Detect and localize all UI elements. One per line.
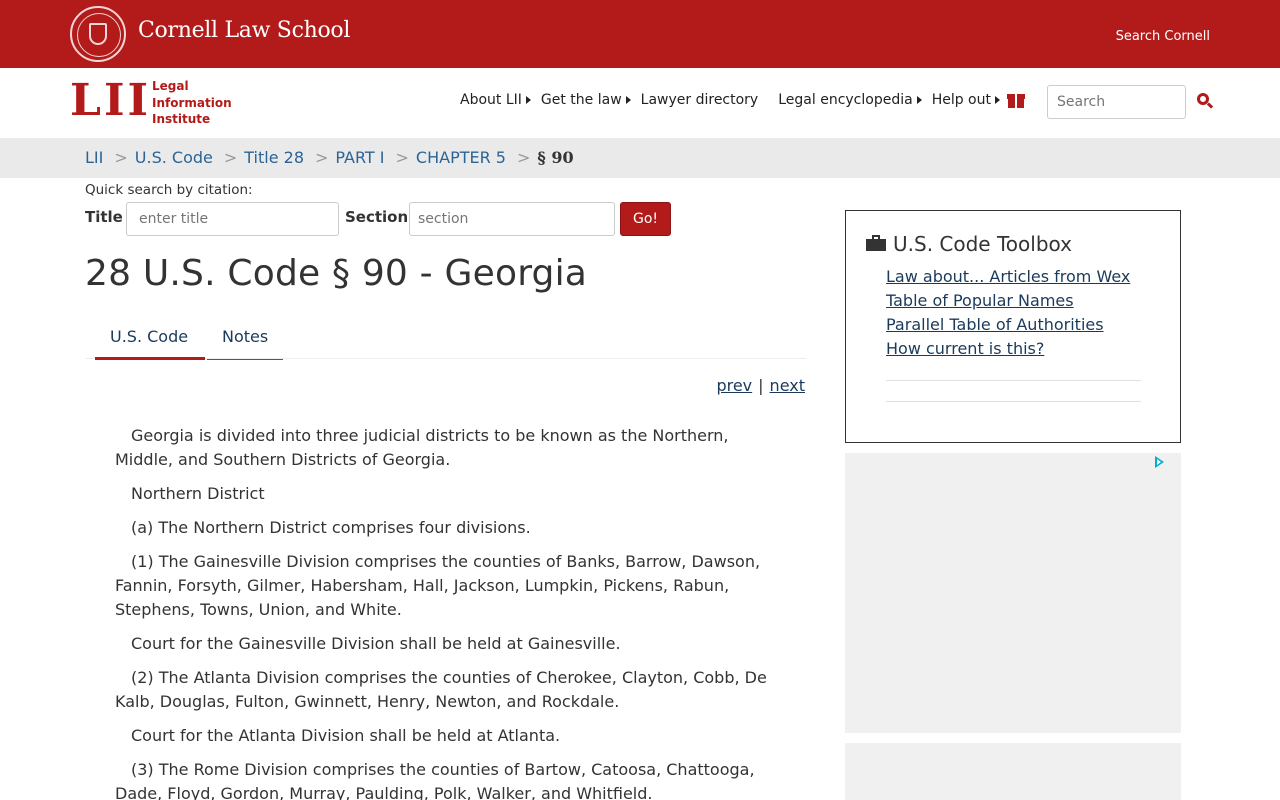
breadcrumb-separator: > (395, 148, 409, 167)
ad-slot[interactable] (845, 453, 1181, 733)
main-nav: About LII Get the law Lawyer directory L… (460, 92, 1010, 108)
title-field-label: Title (85, 208, 123, 226)
statute-paragraph: Northern District (131, 484, 265, 503)
lii-word: Legal (152, 79, 189, 93)
toolbox-divider (886, 380, 1141, 381)
nav-label: Lawyer directory (640, 92, 759, 108)
statute-paragraph: (2) The Atlanta Division comprises the c… (115, 668, 767, 711)
search-icon[interactable] (1197, 93, 1214, 109)
section-input[interactable] (409, 202, 615, 236)
tab-notes[interactable]: Notes (207, 322, 283, 360)
gift-icon[interactable] (1005, 90, 1027, 112)
adchoices-icon[interactable] (1153, 456, 1165, 468)
toolbox-title: U.S. Code Toolbox (893, 232, 1072, 256)
nav-get-the-law[interactable]: Get the law (541, 92, 631, 108)
pager-divider: | (758, 376, 764, 395)
statute-paragraph: Court for the Atlanta Division shall be … (131, 726, 561, 745)
caret-right-icon (525, 96, 531, 104)
briefcase-icon (866, 235, 886, 251)
site-search-input[interactable] (1047, 85, 1186, 119)
breadcrumb-separator: > (516, 148, 531, 167)
quick-search-label: Quick search by citation: (85, 182, 253, 198)
lii-mark: LII (70, 75, 152, 126)
nav-lawyer-directory[interactable]: Lawyer directory (641, 92, 759, 108)
breadcrumb-separator: > (223, 148, 238, 167)
search-cornell-link[interactable]: Search Cornell (1116, 29, 1210, 44)
section-field-label: Section (345, 208, 409, 226)
statute-paragraph: (1) The Gainesville Division comprises t… (115, 552, 761, 619)
toolbox-link-parallel-table[interactable]: Parallel Table of Authorities (886, 313, 1130, 337)
next-link[interactable]: next (770, 376, 805, 395)
nav-label: Help out (931, 92, 991, 108)
nav-label: Legal encyclopedia (778, 92, 913, 108)
nav-help-out[interactable]: Help out (932, 92, 1000, 108)
breadcrumb-link-part-i[interactable]: PART I (335, 148, 384, 167)
caret-right-icon (625, 96, 631, 104)
breadcrumb-link-title-28[interactable]: Title 28 (244, 148, 304, 167)
breadcrumb-link-lii[interactable]: LII (85, 148, 103, 167)
lii-word: Institute (152, 112, 211, 126)
page-title: 28 U.S. Code § 90 - Georgia (85, 253, 588, 294)
breadcrumb-separator: > (114, 148, 128, 167)
cornell-seal-icon[interactable] (70, 6, 126, 62)
nav-label: About LII (460, 92, 522, 108)
breadcrumb-separator: > (315, 148, 329, 167)
statute-paragraph: (3) The Rome Division comprises the coun… (115, 760, 755, 800)
toolbox-link-how-current[interactable]: How current is this? (886, 337, 1130, 361)
pager: prev | next (716, 376, 805, 395)
statute-paragraph: (a) The Northern District comprises four… (131, 518, 531, 537)
caret-right-icon (994, 96, 1000, 104)
lii-wordmark: Legal Information Institute (152, 78, 242, 128)
title-input[interactable] (126, 202, 339, 236)
toolbox-links: Law about... Articles from Wex Table of … (886, 265, 1130, 361)
toolbox-link-wex[interactable]: Law about... Articles from Wex (886, 265, 1130, 289)
breadcrumb: LII > U.S. Code > Title 28 > PART I > CH… (85, 148, 574, 167)
statute-paragraph: Court for the Gainesville Division shall… (131, 634, 621, 653)
nav-legal-encyclopedia[interactable]: Legal encyclopedia (778, 92, 922, 108)
toolbox-link-popular-names[interactable]: Table of Popular Names (886, 289, 1130, 313)
lii-word: Information (152, 95, 232, 110)
nav-label: Get the law (540, 92, 622, 108)
toolbox-divider (886, 401, 1141, 402)
statute-text: Georgia is divided into three judicial d… (115, 424, 780, 800)
breadcrumb-current: § 90 (537, 148, 574, 167)
cornell-law-school-link[interactable]: Cornell Law School (138, 18, 350, 43)
go-button[interactable]: Go! (620, 202, 671, 236)
breadcrumb-link-us-code[interactable]: U.S. Code (135, 148, 213, 167)
breadcrumb-link-chapter-5[interactable]: CHAPTER 5 (416, 148, 506, 167)
prev-link[interactable]: prev (716, 376, 752, 395)
caret-right-icon (916, 96, 922, 104)
us-code-toolbox: U.S. Code Toolbox Law about... Articles … (845, 210, 1181, 443)
ad-slot[interactable] (845, 743, 1181, 800)
tab-us-code[interactable]: U.S. Code (95, 322, 205, 360)
statute-paragraph: Georgia is divided into three judicial d… (115, 426, 729, 469)
nav-about-lii[interactable]: About LII (460, 92, 531, 108)
cornell-header-bar: Cornell Law School Search Cornell (0, 0, 1280, 68)
